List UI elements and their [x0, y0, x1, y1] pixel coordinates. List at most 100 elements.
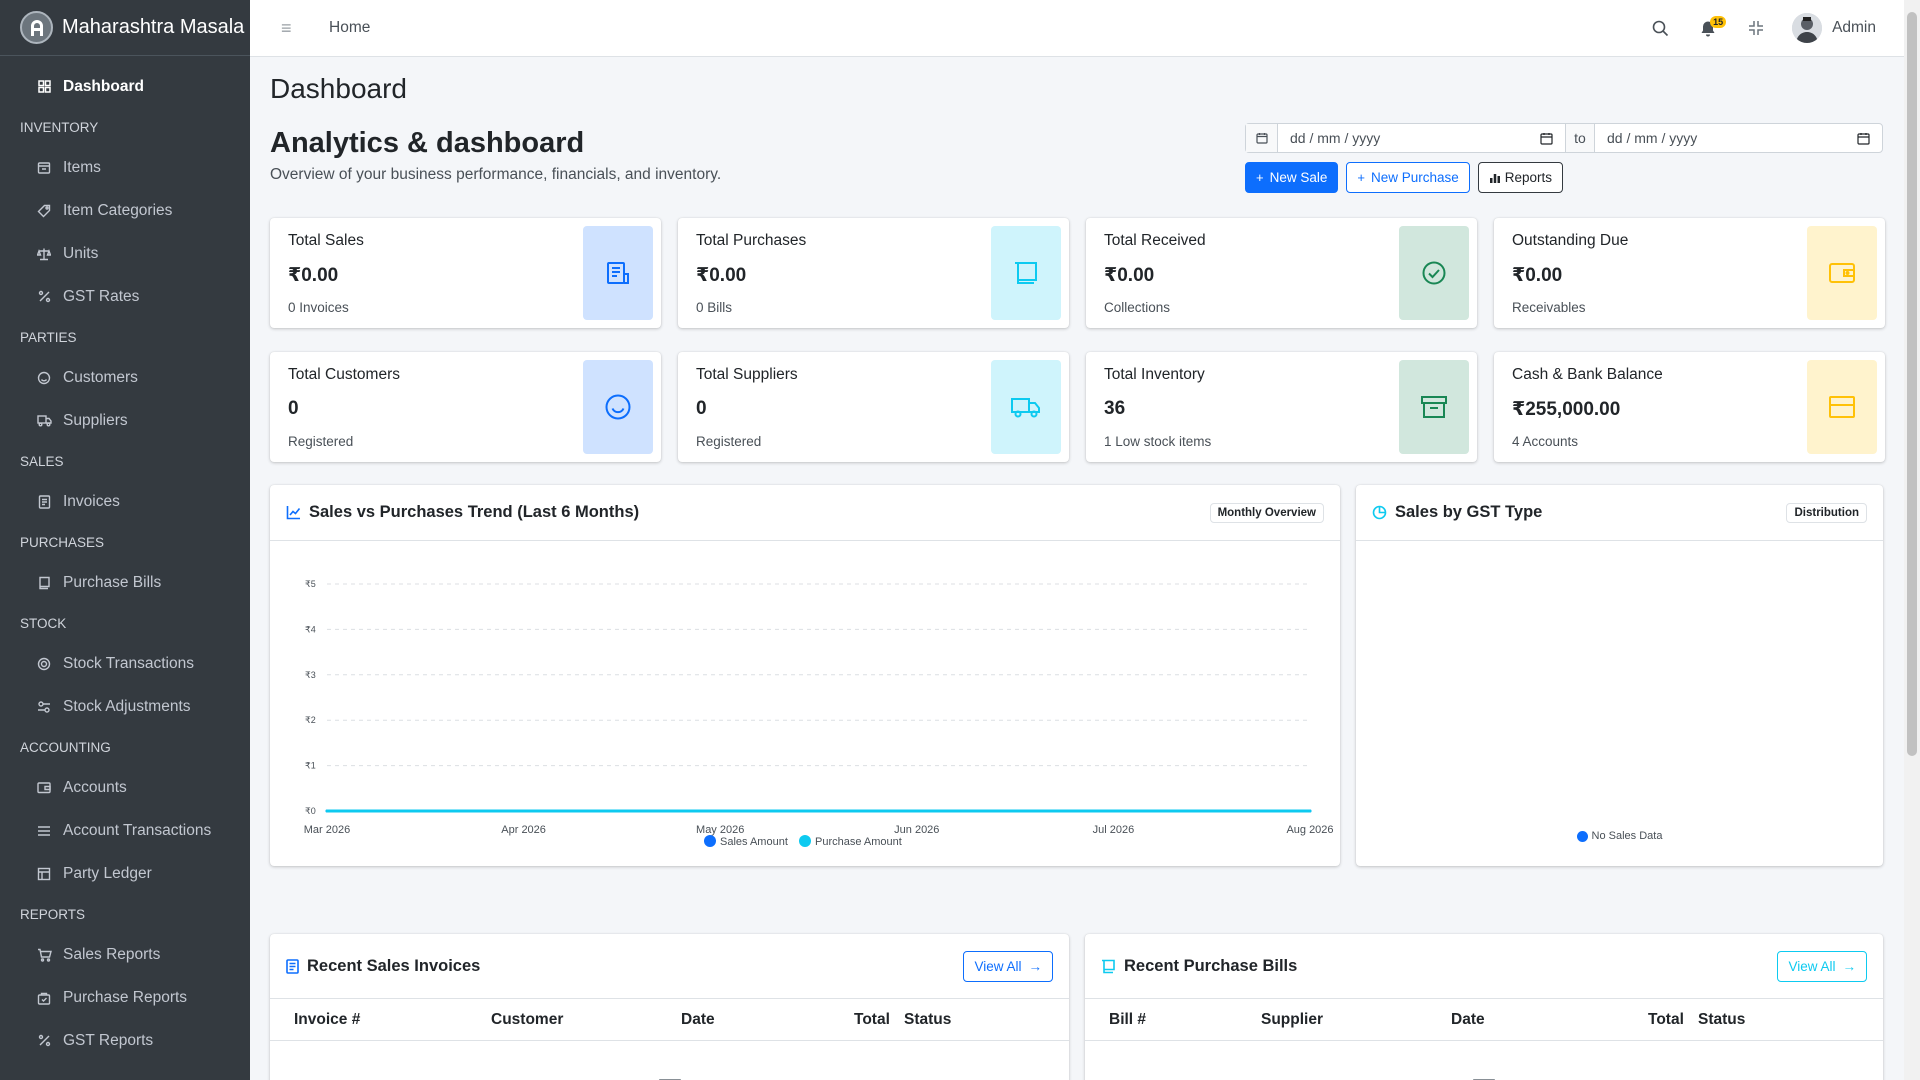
sidebar-item-account-transactions[interactable]: Account Transactions [8, 809, 242, 852]
sidebar-item-label: Stock Adjustments [63, 697, 191, 715]
sidebar-item-purchase-bills[interactable]: Purchase Bills [8, 561, 242, 604]
check-circle-icon [1399, 226, 1469, 320]
nav-header-purchases: PURCHASES [20, 534, 105, 550]
legend-label: Purchase Amount [815, 836, 902, 848]
sidebar-item-customers[interactable]: Customers [8, 356, 242, 399]
legend-marker [704, 835, 716, 847]
wallet-icon [1807, 226, 1877, 320]
stat-card-total-inventory: Total Inventory 36 1 Low stock items [1086, 352, 1477, 462]
stat-value: 0 [288, 398, 299, 419]
calendar-picker-icon[interactable] [1857, 132, 1870, 145]
stat-note: Collections [1104, 300, 1171, 315]
grid-icon [36, 79, 52, 95]
panel-title: Recent Sales Invoices [307, 956, 481, 975]
scrollbar-thumb[interactable] [1907, 12, 1917, 756]
column-header: Supplier [1261, 1011, 1324, 1028]
panel-title: Sales vs Purchases Trend (Last 6 Months) [309, 503, 640, 521]
scale-icon [36, 246, 52, 262]
sidebar-item-items[interactable]: Items [8, 146, 242, 189]
to-date-input[interactable]: dd / mm / yyyy [1595, 124, 1882, 152]
invoice-icon [36, 494, 52, 510]
stat-value: ₹0.00 [288, 265, 339, 286]
sidebar-item-gst-reports[interactable]: GST Reports [8, 1019, 242, 1062]
to-date-placeholder: dd / mm / yyyy [1607, 130, 1698, 146]
pie-chart-icon [1372, 505, 1387, 520]
panel-title: Recent Purchase Bills [1124, 956, 1298, 975]
x-tick-label: Mar 2026 [304, 824, 350, 836]
y-tick-label: ₹3 [305, 670, 316, 680]
ledger-icon [36, 866, 52, 882]
new-purchase-button[interactable]: + New Purchase [1346, 162, 1470, 193]
section-title: Analytics & dashboard [270, 127, 585, 159]
nav-header-accounting: ACCOUNTING [20, 739, 111, 755]
brand[interactable]: Maharashtra Masala [0, 0, 250, 56]
user-name[interactable]: Admin [1832, 19, 1876, 37]
stat-value: ₹0.00 [1512, 265, 1563, 286]
sidebar-item-purchase-reports[interactable]: Purchase Reports [8, 976, 242, 1019]
fullscreen-button[interactable] [1732, 0, 1780, 57]
sidebar-item-party-ledger[interactable]: Party Ledger [8, 852, 242, 895]
search-button[interactable] [1636, 0, 1684, 57]
new-sale-button[interactable]: + New Sale [1245, 162, 1339, 193]
x-tick-label: Apr 2026 [501, 824, 546, 836]
calendar-icon [1246, 124, 1278, 152]
data-point [718, 809, 722, 813]
sidebar-item-stock-transactions[interactable]: Stock Transactions [8, 642, 242, 685]
sidebar-item-invoices[interactable]: Invoices [8, 480, 242, 523]
smile-icon [36, 370, 52, 386]
fullscreen-exit-icon [1749, 21, 1764, 35]
stat-value: 0 [696, 398, 707, 419]
data-point [1308, 809, 1312, 813]
date-to-label: to [1565, 124, 1595, 152]
invoice-icon [286, 958, 299, 974]
sidebar-item-stock-adjustments[interactable]: Stock Adjustments [8, 685, 242, 728]
y-tick-label: ₹5 [305, 579, 316, 589]
from-date-input[interactable]: dd / mm / yyyy [1278, 124, 1565, 152]
home-link[interactable]: Home [329, 19, 370, 37]
data-point [325, 809, 329, 813]
sidebar-item-label: Accounts [63, 778, 127, 796]
calendar-picker-icon[interactable] [1540, 132, 1553, 145]
sales-purchases-trend-panel: Sales vs Purchases Trend (Last 6 Months)… [270, 485, 1340, 866]
topbar: ≡ Home 15 Admin [250, 0, 1904, 57]
sidebar-item-dashboard[interactable]: Dashboard [8, 65, 242, 108]
section-subtitle: Overview of your business performance, f… [270, 166, 722, 183]
recent-sales-invoices-panel: Recent Sales Invoices View All → Invoice… [270, 934, 1069, 1080]
sidebar-item-label: Customers [63, 368, 138, 386]
nav-header-stock: STOCK [20, 615, 67, 631]
stat-note: Registered [288, 434, 354, 449]
sidebar-item-label: Party Ledger [63, 864, 152, 882]
menu-toggle-icon[interactable]: ≡ [281, 18, 301, 39]
sidebar-item-label: Dashboard [63, 77, 144, 95]
gst-legend: No Sales Data [1356, 830, 1883, 842]
view-all-sales-button[interactable]: View All → [963, 950, 1053, 982]
y-tick-label: ₹1 [305, 761, 316, 771]
sidebar-item-label: Purchase Bills [63, 573, 162, 591]
avatar[interactable] [1792, 13, 1823, 43]
legend-label-no-sales-data: No Sales Data [1591, 830, 1663, 842]
brand-logo-icon [20, 11, 53, 44]
stat-note: 0 Bills [696, 300, 733, 315]
sidebar-item-accounts[interactable]: Accounts [8, 766, 242, 809]
sidebar-item-units[interactable]: Units [8, 232, 242, 275]
stat-label: Cash & Bank Balance [1512, 366, 1663, 383]
stat-label: Total Suppliers [696, 366, 798, 383]
reports-button[interactable]: Reports [1477, 162, 1564, 193]
view-all-purchases-button[interactable]: View All → [1777, 950, 1867, 982]
sidebar-item-label: Purchase Reports [63, 988, 188, 1006]
sidebar-nav: Dashboard INVENTORY Items Item Categorie… [0, 56, 250, 1062]
stat-note: 0 Invoices [288, 300, 349, 315]
column-header: Status [1698, 1011, 1746, 1028]
y-tick-label: ₹4 [305, 624, 316, 634]
notifications-button[interactable]: 15 [1684, 0, 1732, 57]
sidebar-item-gst-rates[interactable]: GST Rates [8, 275, 242, 318]
sidebar-item-item-categories[interactable]: Item Categories [8, 189, 242, 232]
stat-label: Outstanding Due [1512, 232, 1629, 249]
sidebar-item-sales-reports[interactable]: Sales Reports [8, 933, 242, 976]
tag-icon [36, 203, 52, 219]
receipt-icon [991, 226, 1061, 320]
sidebar-item-suppliers[interactable]: Suppliers [8, 399, 242, 442]
sidebar-item-label: Invoices [63, 492, 120, 510]
nav-header-reports: REPORTS [20, 906, 86, 922]
sidebar-item-label: Account Transactions [63, 821, 212, 839]
